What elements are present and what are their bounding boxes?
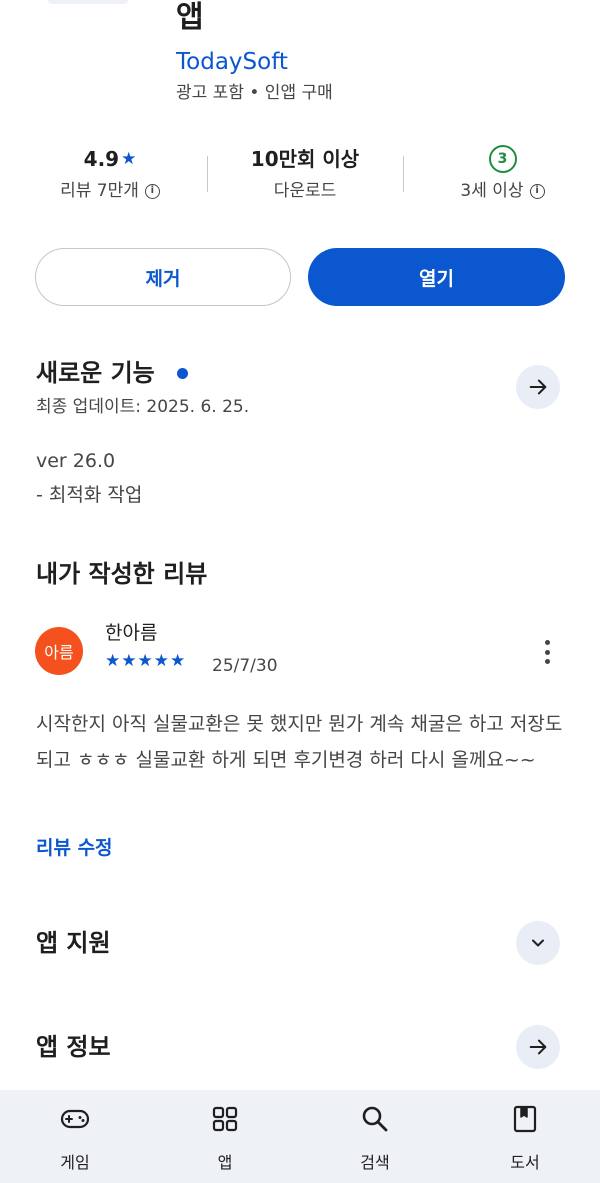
- stat-divider: [207, 156, 208, 192]
- review-text: 시작한지 아직 실물교환은 못 했지만 뭔가 계속 채굴은 하고 저장도 되고 …: [36, 713, 563, 771]
- stat-divider: [403, 156, 404, 192]
- app-support-title[interactable]: 앱 지원: [36, 926, 111, 960]
- review-stars: ★ ★ ★ ★ ★: [105, 650, 185, 672]
- age-rating-badge: 3: [488, 145, 517, 173]
- arrow-right-icon: [529, 379, 547, 395]
- info-icon: i: [529, 183, 545, 199]
- star-icon: ★: [121, 149, 137, 169]
- downloads-value: 10만회 이상: [250, 147, 360, 171]
- whats-new-arrow-button[interactable]: [516, 365, 560, 409]
- gamepad-icon: [60, 1109, 90, 1129]
- app-info-title[interactable]: 앱 정보: [36, 1030, 111, 1064]
- star-icon: ★: [105, 651, 121, 671]
- app-support-expand-button[interactable]: [516, 921, 560, 965]
- edit-review-link[interactable]: 리뷰 수정: [36, 833, 113, 863]
- age-rating-label: 3세 이상: [460, 181, 524, 201]
- more-options-icon[interactable]: [538, 638, 556, 666]
- info-icon: i: [144, 183, 160, 199]
- reviewer-name: 한아름: [105, 622, 158, 644]
- nav-games[interactable]: 게임: [0, 1090, 150, 1183]
- apps-grid-icon: [212, 1106, 238, 1132]
- developer-link[interactable]: TodaySoft: [176, 46, 288, 78]
- downloads-label: 다운로드: [273, 181, 337, 201]
- nav-label: 도서: [510, 1153, 540, 1172]
- last-updated: 최종 업데이트: 2025. 6. 25.: [36, 397, 250, 417]
- star-icon: ★: [153, 651, 169, 671]
- open-button[interactable]: 열기: [308, 248, 565, 306]
- bottom-navigation: 게임 앱 검색 도서: [0, 1090, 600, 1183]
- age-rating-stat[interactable]: 3 3세 이상 i: [430, 142, 575, 206]
- app-title: 앱: [176, 0, 204, 35]
- nav-label: 앱: [217, 1153, 233, 1172]
- arrow-right-icon: [529, 1039, 547, 1055]
- whats-new-title: 새로운 기능: [36, 359, 155, 387]
- avatar: 아름: [35, 627, 83, 675]
- review-date: 25/7/30: [212, 656, 278, 676]
- app-icon: [48, 0, 128, 4]
- nav-label: 게임: [60, 1153, 90, 1172]
- chevron-down-icon: [532, 939, 544, 947]
- star-icon: ★: [121, 651, 137, 671]
- downloads-stat: 10만회 이상 다운로드: [225, 142, 385, 206]
- nav-search[interactable]: 검색: [300, 1090, 450, 1183]
- uninstall-button[interactable]: 제거: [35, 248, 291, 306]
- star-icon: ★: [170, 651, 186, 671]
- nav-apps[interactable]: 앱: [150, 1090, 300, 1183]
- ad-info: 광고 포함 • 인앱 구매: [176, 83, 333, 103]
- my-review-title: 내가 작성한 리뷰: [36, 560, 208, 588]
- book-icon: [513, 1105, 537, 1133]
- rating-stat[interactable]: 4.9 ★ 리뷰 7만개 i: [40, 142, 180, 206]
- reviews-count: 리뷰 7만개: [60, 181, 139, 201]
- app-info-arrow-button[interactable]: [516, 1025, 560, 1069]
- nav-label: 검색: [360, 1153, 390, 1172]
- release-note: - 최적화 작업: [36, 484, 143, 506]
- nav-books[interactable]: 도서: [450, 1090, 600, 1183]
- rating-value: 4.9: [83, 147, 120, 171]
- new-indicator-dot: [177, 368, 188, 379]
- star-icon: ★: [137, 651, 153, 671]
- search-icon: [362, 1106, 388, 1132]
- release-version: ver 26.0: [36, 450, 116, 472]
